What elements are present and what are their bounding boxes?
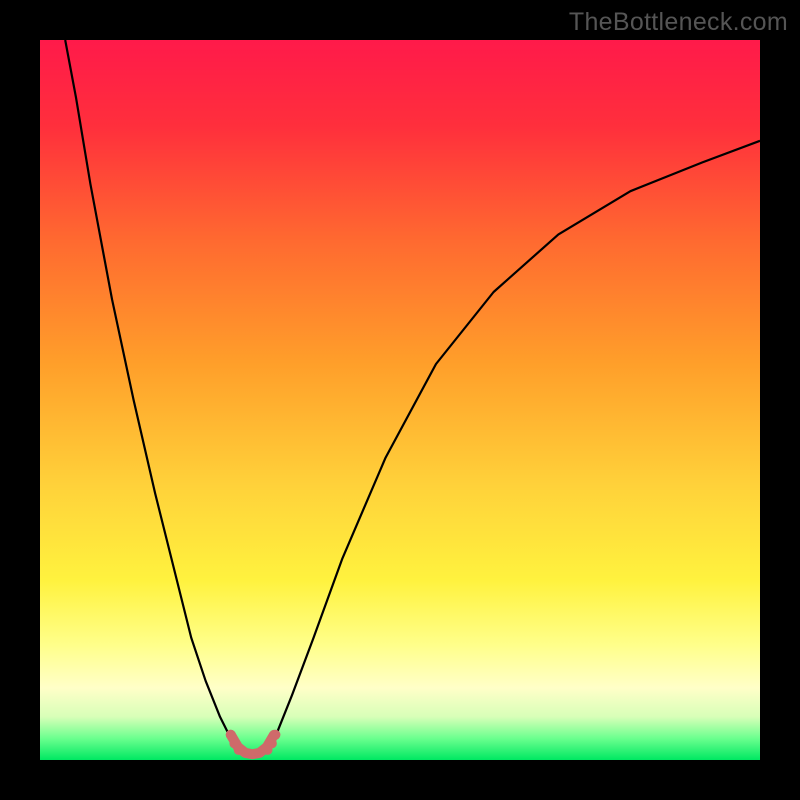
valley-marker-5	[270, 730, 280, 740]
valley-marker-0	[226, 730, 236, 740]
valley-marker-4	[267, 738, 277, 748]
watermark-text: TheBottleneck.com	[569, 8, 788, 37]
plot-area	[40, 40, 760, 760]
chart-svg	[40, 40, 760, 760]
chart-frame: TheBottleneck.com	[0, 0, 800, 800]
valley-marker-2	[234, 745, 244, 755]
background-gradient	[40, 40, 760, 760]
